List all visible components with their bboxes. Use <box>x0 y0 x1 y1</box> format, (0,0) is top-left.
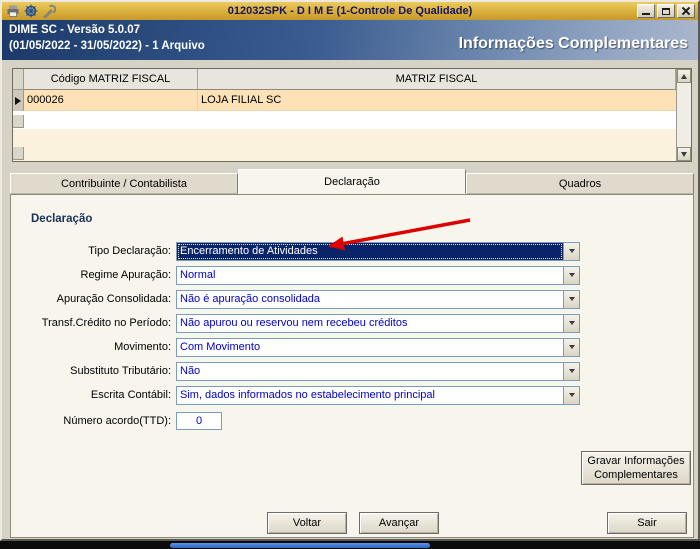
triangle-glyph <box>568 297 575 301</box>
field-row-tipo-declaracao: Tipo Declaração: Encerramento de Ativida… <box>23 241 580 261</box>
select-value: Não <box>180 364 201 377</box>
col-header-codigo: Código MATRIZ FISCAL <box>24 69 198 90</box>
scroll-down-button[interactable] <box>677 147 691 161</box>
titlebar[interactable]: 012032SPK - D I M E (1-Controle De Quali… <box>2 2 698 20</box>
chevron-down-icon[interactable] <box>563 314 579 332</box>
escrita-contabil-select[interactable]: Sim, dados informados no estabelecimento… <box>176 385 580 405</box>
taskbar <box>0 541 700 549</box>
printer-icon <box>6 4 20 18</box>
arrow-down-icon <box>681 151 687 157</box>
chevron-down-icon[interactable] <box>563 362 579 380</box>
sair-button[interactable]: Sair <box>607 512 687 534</box>
transf-credito-select[interactable]: Não apurou ou reservou nem recebeu crédi… <box>176 313 580 333</box>
minimize-icon <box>642 13 650 15</box>
maximize-button[interactable] <box>657 4 675 18</box>
field-label: Escrita Contábil: <box>90 389 171 401</box>
row-indicator-empty <box>13 115 24 128</box>
close-icon <box>681 6 691 16</box>
matriz-grid: Código MATRIZ FISCAL MATRIZ FISCAL 00002… <box>12 68 692 162</box>
tab-contribuinte-contabilista[interactable]: Contribuinte / Contabilista <box>10 173 238 194</box>
field-row-apuracao-consolidada: Apuração Consolidada: Não é apuração con… <box>23 289 580 309</box>
triangle-glyph <box>568 321 575 325</box>
avancar-button[interactable]: Avançar <box>359 512 439 534</box>
close-button[interactable] <box>677 4 695 18</box>
table-row[interactable]: 000026 LOJA FILIAL SC <box>13 90 676 111</box>
movimento-select[interactable]: Com Movimento <box>176 337 580 357</box>
field-row-transf-credito: Transf.Crédito no Período: Não apurou ou… <box>23 313 580 333</box>
group-title: Declaração <box>31 213 93 225</box>
triangle-glyph <box>568 369 575 373</box>
row-pointer-icon <box>15 96 21 105</box>
page-title: Informações Complementares <box>458 35 688 52</box>
maximize-icon <box>662 7 670 15</box>
field-row-substituto-tributario: Substituto Tributário: Não <box>23 361 580 381</box>
field-label: Tipo Declaração: <box>88 245 171 257</box>
taskbar-item[interactable] <box>170 543 430 548</box>
grid-empty-area <box>13 129 676 161</box>
regime-apuracao-select[interactable]: Normal <box>176 265 580 285</box>
window-title: 012032SPK - D I M E (1-Controle De Quali… <box>227 5 473 17</box>
cell-codigo: 000026 <box>24 90 198 111</box>
chevron-down-icon[interactable] <box>563 338 579 356</box>
select-value: Sim, dados informados no estabelecimento… <box>180 388 435 401</box>
wrench-icon <box>42 4 56 18</box>
numero-acordo-input[interactable] <box>176 412 222 430</box>
scroll-up-button[interactable] <box>677 69 691 83</box>
cell-matriz: LOJA FILIAL SC <box>198 90 676 111</box>
field-label: Apuração Consolidada: <box>56 293 171 305</box>
field-row-regime-apuracao: Regime Apuração: Normal <box>23 265 580 285</box>
header-banner: DIME SC - Versão 5.0.07 (01/05/2022 - 31… <box>2 20 698 60</box>
row-indicator <box>13 90 24 111</box>
apuracao-consolidada-select[interactable]: Não é apuração consolidada <box>176 289 580 309</box>
triangle-glyph <box>568 273 575 277</box>
select-value: Encerramento de Atividades <box>177 242 563 260</box>
chevron-down-icon[interactable] <box>563 242 579 260</box>
triangle-glyph <box>568 393 575 397</box>
minimize-button[interactable] <box>637 4 655 18</box>
gravar-informacoes-button[interactable]: Gravar Informações Complementares <box>581 451 691 485</box>
app-window: 012032SPK - D I M E (1-Controle De Quali… <box>0 0 700 541</box>
select-value: Não apurou ou reservou nem recebeu crédi… <box>180 316 408 329</box>
row-indicator-header <box>13 69 24 90</box>
triangle-glyph <box>568 345 575 349</box>
version-text: DIME SC - Versão 5.0.07 <box>9 24 141 36</box>
voltar-button[interactable]: Voltar <box>267 512 347 534</box>
field-label: Movimento: <box>114 341 171 353</box>
triangle-glyph <box>568 249 575 253</box>
substituto-tributario-select[interactable]: Não <box>176 361 580 381</box>
chevron-down-icon[interactable] <box>563 386 579 404</box>
ship-wheel-icon <box>24 4 38 18</box>
row-indicator-empty <box>13 147 24 160</box>
tab-declaracao[interactable]: Declaração <box>238 169 466 194</box>
field-label: Regime Apuração: <box>80 269 172 281</box>
field-label: Número acordo(TTD): <box>63 415 171 427</box>
arrow-up-icon <box>681 73 687 79</box>
tab-bar: Contribuinte / Contabilista Declaração Q… <box>10 169 694 194</box>
select-value: Não é apuração consolidada <box>180 292 321 305</box>
chevron-down-icon[interactable] <box>563 266 579 284</box>
period-text: (01/05/2022 - 31/05/2022) - 1 Arquivo <box>9 40 205 52</box>
field-row-movimento: Movimento: Com Movimento <box>23 337 580 357</box>
select-value: Normal <box>180 268 216 281</box>
field-row-escrita-contabil: Escrita Contábil: Sim, dados informados … <box>23 385 580 405</box>
window-controls <box>637 4 695 18</box>
titlebar-icons <box>6 4 56 18</box>
tipo-declaracao-select[interactable]: Encerramento de Atividades <box>176 241 580 261</box>
col-header-matriz: MATRIZ FISCAL <box>198 69 676 90</box>
chevron-down-icon[interactable] <box>563 290 579 308</box>
select-value: Com Movimento <box>180 340 261 353</box>
declaracao-panel: Declaração Tipo Declaração: Encerramento… <box>10 194 694 538</box>
field-label: Substituto Tributário: <box>70 365 171 377</box>
tab-quadros[interactable]: Quadros <box>466 173 694 194</box>
field-label: Transf.Crédito no Período: <box>41 317 171 329</box>
grid-header-row: Código MATRIZ FISCAL MATRIZ FISCAL <box>13 69 676 90</box>
grid-scrollbar[interactable] <box>676 69 691 161</box>
field-row-numero-acordo: Número acordo(TTD): <box>23 411 222 431</box>
